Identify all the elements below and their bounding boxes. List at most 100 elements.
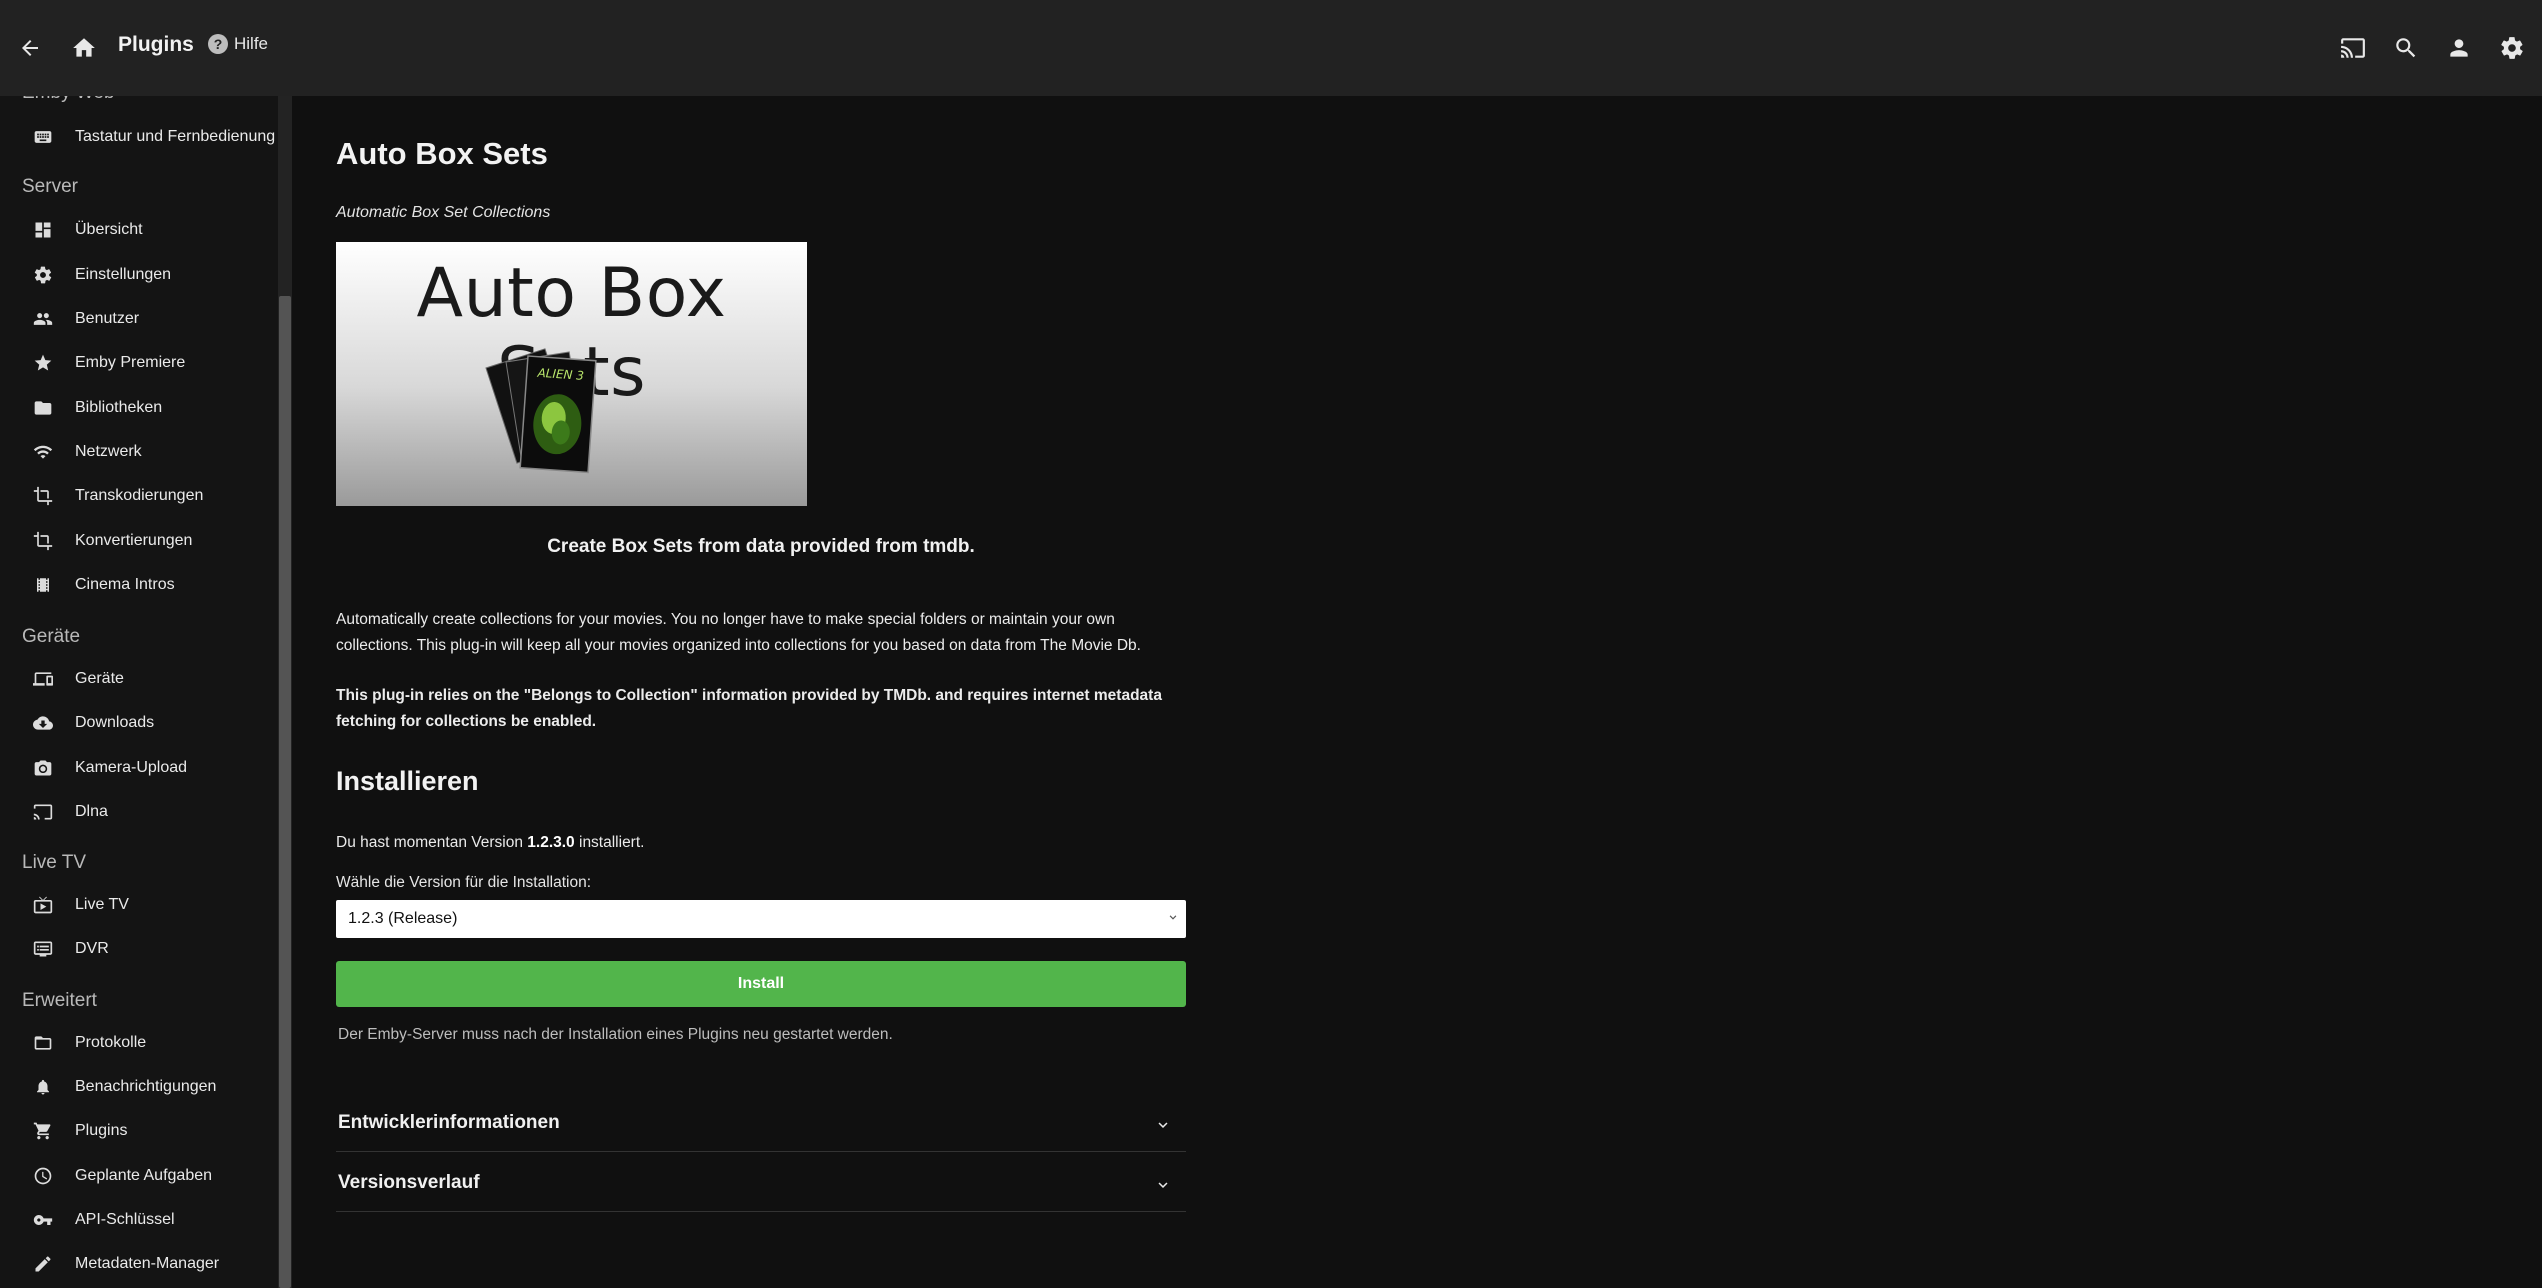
folder-outline-icon [32,1033,54,1053]
sidebar-item-camera-upload[interactable]: Kamera-Upload [0,748,276,788]
page-title-header: Plugins [118,33,194,56]
sidebar-item-downloads[interactable]: Downloads [0,703,276,743]
sidebar-item-settings[interactable]: Einstellungen [0,255,276,295]
sidebar-item-label: Live TV [75,896,129,913]
sidebar-item-api-keys[interactable]: API-Schlüssel [0,1200,276,1240]
sidebar-item-devices[interactable]: Geräte [0,659,276,699]
folder-icon [32,398,54,418]
sidebar-item-libraries[interactable]: Bibliotheken [0,388,276,428]
dashboard-icon [32,220,54,240]
wifi-icon [32,442,54,462]
sidebar-item-overview[interactable]: Übersicht [0,210,276,250]
tv-icon [32,895,54,915]
cast-button[interactable] [2333,28,2373,68]
sidebar-item-label: Übersicht [75,221,143,238]
key-icon [32,1210,54,1230]
sidebar-item-live-tv[interactable]: Live TV [0,885,276,925]
sidebar-item-label: Bibliotheken [75,399,163,416]
sidebar-item-label: Einstellungen [75,266,172,283]
plugin-requirement-note: This plug-in relies on the "Belongs to C… [336,687,1162,730]
sidebar-section-live-tv: Live TV [22,852,87,873]
camera-icon [32,758,54,778]
sidebar-item-label: Geplante Aufgaben [75,1167,213,1184]
sidebar-item-label: Downloads [75,714,155,731]
keyboard-icon [32,127,54,147]
developer-info-section[interactable]: Entwicklerinformationen [336,1094,1186,1152]
sidebar-item-label: Kamera-Upload [75,759,188,776]
sidebar-item-plugins[interactable]: Plugins [0,1111,276,1151]
person-icon [2450,39,2468,57]
sidebar-item-label: Benachrichtigungen [75,1078,217,1095]
sidebar-item-label: Emby Premiere [75,354,186,371]
sidebar-item-label: Dlna [75,803,108,820]
user-button[interactable] [2439,28,2479,68]
sidebar-item-emby-premiere[interactable]: Emby Premiere [0,343,276,383]
crop-icon [32,531,54,551]
installed-version-prefix: Du hast momentan Version [336,834,528,851]
devices-icon [32,669,54,689]
arrow-left-icon [22,40,38,56]
sidebar-item-dlna[interactable]: Dlna [0,792,276,832]
search-button[interactable] [2386,28,2426,68]
sidebar-item-scheduled-tasks[interactable]: Geplante Aufgaben [0,1156,276,1196]
chevron-down-icon [1158,1122,1168,1128]
cast-screen-icon [32,802,54,822]
star-icon [32,353,54,373]
installed-version-text: Du hast momentan Version 1.2.3.0 install… [336,834,644,852]
sidebar-item-logs[interactable]: Protokolle [0,1023,276,1063]
plugin-tagline: Create Box Sets from data provided from … [547,536,975,557]
sidebar-item-label: Benutzer [75,310,140,327]
chevron-down-icon [1169,915,1177,920]
plugin-title: Auto Box Sets [336,136,548,171]
sidebar-item-label: Netzwerk [75,443,142,460]
help-label: Hilfe [234,34,269,53]
sidebar-item-dvr[interactable]: DVR [0,929,276,969]
install-button[interactable]: Install [336,961,1186,1007]
search-icon [2396,38,2416,58]
sidebar-item-label: Geräte [75,670,124,687]
version-select-label: Wähle die Version für die Installation: [336,874,592,891]
sidebar-item-label: Metadaten-Manager [75,1255,220,1272]
version-history-title: Versionsverlauf [338,1171,480,1193]
settings-button[interactable] [2492,28,2532,68]
home-icon [73,38,95,57]
sidebar-scrollbar-thumb[interactable] [279,296,291,1288]
sidebar-item-label: DVR [75,940,109,957]
pencil-icon [32,1254,54,1274]
top-app-bar: Plugins ? Hilfe [0,0,2542,96]
installed-version-suffix: installiert. [574,834,645,851]
sidebar-item-keyboard[interactable]: Tastatur und Fernbedienung [0,117,276,157]
home-button[interactable] [64,28,104,68]
sidebar-item-metadata-manager[interactable]: Metadaten-Manager [0,1244,276,1284]
back-button[interactable] [10,28,50,68]
sidebar-item-cinema-intros[interactable]: Cinema Intros [0,565,276,605]
version-select[interactable]: 1.2.3 (Release) [336,900,1186,938]
cloud-download-icon [32,713,54,733]
install-heading: Installieren [336,766,479,796]
sidebar-section-devices: Geräte [22,626,81,647]
help-link[interactable]: ? Hilfe [208,34,268,54]
bell-icon [32,1077,54,1097]
sidebar-item-notifications[interactable]: Benachrichtigungen [0,1067,276,1107]
sidebar: Emby Web Tastatur und Fernbedienung Serv… [0,96,278,1288]
dvr-icon [32,939,54,959]
chevron-down-icon [1158,1182,1168,1188]
developer-info-title: Entwicklerinformationen [338,1111,560,1133]
installed-version-number: 1.2.3.0 [527,834,575,851]
film-icon [32,575,54,595]
clock-icon [32,1166,54,1186]
plugin-banner-image: Auto Box Sets ALIEN 3 [336,242,807,506]
sidebar-item-label: Protokolle [75,1034,147,1051]
sidebar-item-network[interactable]: Netzwerk [0,432,276,472]
sidebar-item-users[interactable]: Benutzer [0,299,276,339]
sidebar-item-label: Konvertierungen [75,532,193,549]
version-history-section[interactable]: Versionsverlauf [336,1154,1186,1212]
sidebar-item-transcoding[interactable]: Transkodierungen [0,476,276,516]
sidebar-item-label: Plugins [75,1122,128,1139]
sidebar-item-conversions[interactable]: Konvertierungen [0,521,276,561]
cast-icon [2341,38,2365,58]
plugin-description: Automatically create collections for you… [336,611,1141,654]
dvd-cases-illustration: ALIEN 3 [485,348,597,474]
plugin-subtitle: Automatic Box Set Collections [336,204,551,221]
gear-icon [32,265,54,285]
